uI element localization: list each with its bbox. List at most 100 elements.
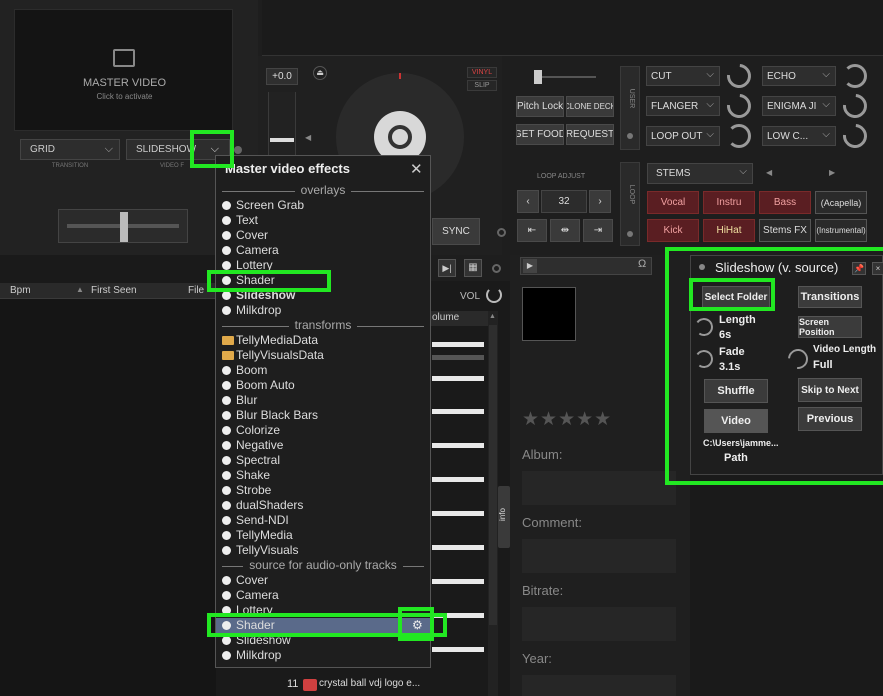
effect-knob[interactable] [843,64,867,88]
menu-item-slideshow[interactable]: Slideshow [216,633,430,648]
stem-acapella[interactable]: (Acapella) [815,191,867,214]
sort-icon[interactable]: ▲ [76,285,84,294]
album-field[interactable] [522,471,676,505]
grid-view-icon[interactable]: ▦ [464,259,482,277]
menu-item-blur[interactable]: Blur [216,393,430,408]
loop-dot[interactable] [627,231,633,237]
menu-item-shader[interactable]: Shader [216,273,430,288]
video-length-knob[interactable] [783,344,813,374]
get-food-button[interactable]: GET FOOD [516,124,564,145]
menu-item-cover[interactable]: Cover [216,573,430,588]
vol-knob[interactable] [486,287,502,303]
column-first-seen[interactable]: First Seen [91,285,137,296]
play-next-icon[interactable]: ▶| [438,259,456,277]
menu-item-tellyvisualsdata[interactable]: TellyVisualsData [216,348,430,363]
menu-item-lottery[interactable]: Lottery [216,603,430,618]
menu-item-tellymediadata[interactable]: TellyMediaData [216,333,430,348]
pitch-bend-left-icon[interactable]: ◀ [305,133,311,142]
stem-instru[interactable]: Instru [703,191,755,214]
stem-instrumental[interactable]: (Instrumental) [815,219,867,242]
comment-field[interactable] [522,539,676,573]
menu-item-slideshow[interactable]: Slideshow [216,288,430,303]
menu-item-colorize[interactable]: Colorize [216,423,430,438]
column-bpm[interactable]: Bpm [10,285,31,296]
year-field[interactable] [522,675,676,696]
effect-slot-low-cut[interactable]: LOW C... ⌵ [762,126,836,146]
pin-icon[interactable]: 📌 [852,262,866,275]
bitrate-field[interactable] [522,607,676,641]
menu-item-text[interactable]: Text [216,213,430,228]
menu-item-blur-black-bars[interactable]: Blur Black Bars [216,408,430,423]
shuffle-button[interactable]: Shuffle [704,379,768,403]
menu-item-screen-grab[interactable]: Screen Grab [216,198,430,213]
scroll-up-icon[interactable]: ▲ [489,313,496,320]
loop-move-button[interactable]: ⇹ [550,219,580,242]
close-icon[interactable]: × [872,262,883,275]
list-scrollbar[interactable]: ▲ [488,311,498,696]
menu-item-milkdrop[interactable]: Milkdrop [216,303,430,318]
menu-item-shake[interactable]: Shake [216,468,430,483]
user-dot[interactable] [627,133,633,139]
loop-size[interactable]: 32 [541,190,587,213]
close-icon[interactable]: ✕ [410,160,423,178]
effect-knob[interactable] [727,124,751,148]
crossfader[interactable] [58,209,188,243]
stems-selector[interactable]: STEMS ⌵ [647,163,753,184]
loop-double-button[interactable]: › [589,190,611,213]
crossfader-handle[interactable] [120,212,128,242]
effect-slot-cut[interactable]: CUT ⌵ [646,66,720,86]
stem-vocal[interactable]: Vocal [647,191,699,214]
stem-bass[interactable]: Bass [759,191,811,214]
screen-position-button[interactable]: Screen Position [798,316,862,338]
stem-fx[interactable]: Stems FX [759,219,811,242]
effect-slot-loop-out[interactable]: LOOP OUT ⌵ [646,126,720,146]
transitions-button[interactable]: Transitions [798,286,862,308]
play-icon[interactable]: ▶ [523,259,537,273]
stems-next-icon[interactable]: ▶ [829,168,835,177]
skip-next-button[interactable]: Skip to Next [798,378,862,402]
eject-icon[interactable]: ⏏ [313,66,327,80]
menu-item-spectral[interactable]: Spectral [216,453,430,468]
stem-hihat[interactable]: HiHat [703,219,755,242]
loop-in-button[interactable]: ⇤ [517,219,547,242]
effect-slot-flanger[interactable]: FLANGER ⌵ [646,96,720,116]
sync-dot[interactable] [497,228,506,237]
stems-prev-icon[interactable]: ◀ [766,168,772,177]
loop-half-button[interactable]: ‹ [517,190,539,213]
menu-item-tellymedia[interactable]: TellyMedia [216,528,430,543]
menu-item-cover[interactable]: Cover [216,228,430,243]
stem-kick[interactable]: Kick [647,219,699,242]
menu-item-negative[interactable]: Negative [216,438,430,453]
previous-button[interactable]: Previous [798,407,862,431]
video-button[interactable]: Video [704,409,768,433]
scroll-thumb[interactable] [489,325,497,625]
pitch-fader-handle[interactable] [534,70,542,84]
master-video-preview[interactable]: MASTER VIDEO Click to activate [14,9,233,131]
menu-item-lottery[interactable]: Lottery [216,258,430,273]
effect-slot-echo[interactable]: ECHO ⌵ [762,66,836,86]
slideshow-dot[interactable] [699,264,705,270]
sync-button[interactable]: SYNC [432,218,480,245]
request-button[interactable]: REQUEST [566,124,614,145]
pitch-fader-slot[interactable] [534,70,596,84]
loop-out-button[interactable]: ⇥ [583,219,613,242]
vinyl-button[interactable]: VINYL [467,67,497,78]
info-tab[interactable]: info [498,486,510,548]
option-dot[interactable] [492,264,501,273]
transition-dropdown[interactable]: GRID ⌵ [20,139,120,160]
menu-item-dualshaders[interactable]: dualShaders [216,498,430,513]
menu-item-boom-auto[interactable]: Boom Auto [216,378,430,393]
menu-item-strobe[interactable]: Strobe [216,483,430,498]
menu-item-boom[interactable]: Boom [216,363,430,378]
menu-item-tellyvisuals[interactable]: TellyVisuals [216,543,430,558]
menu-item-camera[interactable]: Camera [216,588,430,603]
column-file[interactable]: File [188,285,204,296]
select-folder-button[interactable]: Select Folder [702,286,770,308]
pitch-slider-handle[interactable] [270,138,294,142]
menu-item-send-ndi[interactable]: Send-NDI [216,513,430,528]
menu-item-camera[interactable]: Camera [216,243,430,258]
effect-slot-enigma[interactable]: ENIGMA JI ⌵ [762,96,836,116]
pitch-lock-button[interactable]: Pitch Lock [516,96,564,117]
headphones-icon[interactable]: Ω [638,258,646,270]
video-fx-settings-dot[interactable] [234,146,242,154]
